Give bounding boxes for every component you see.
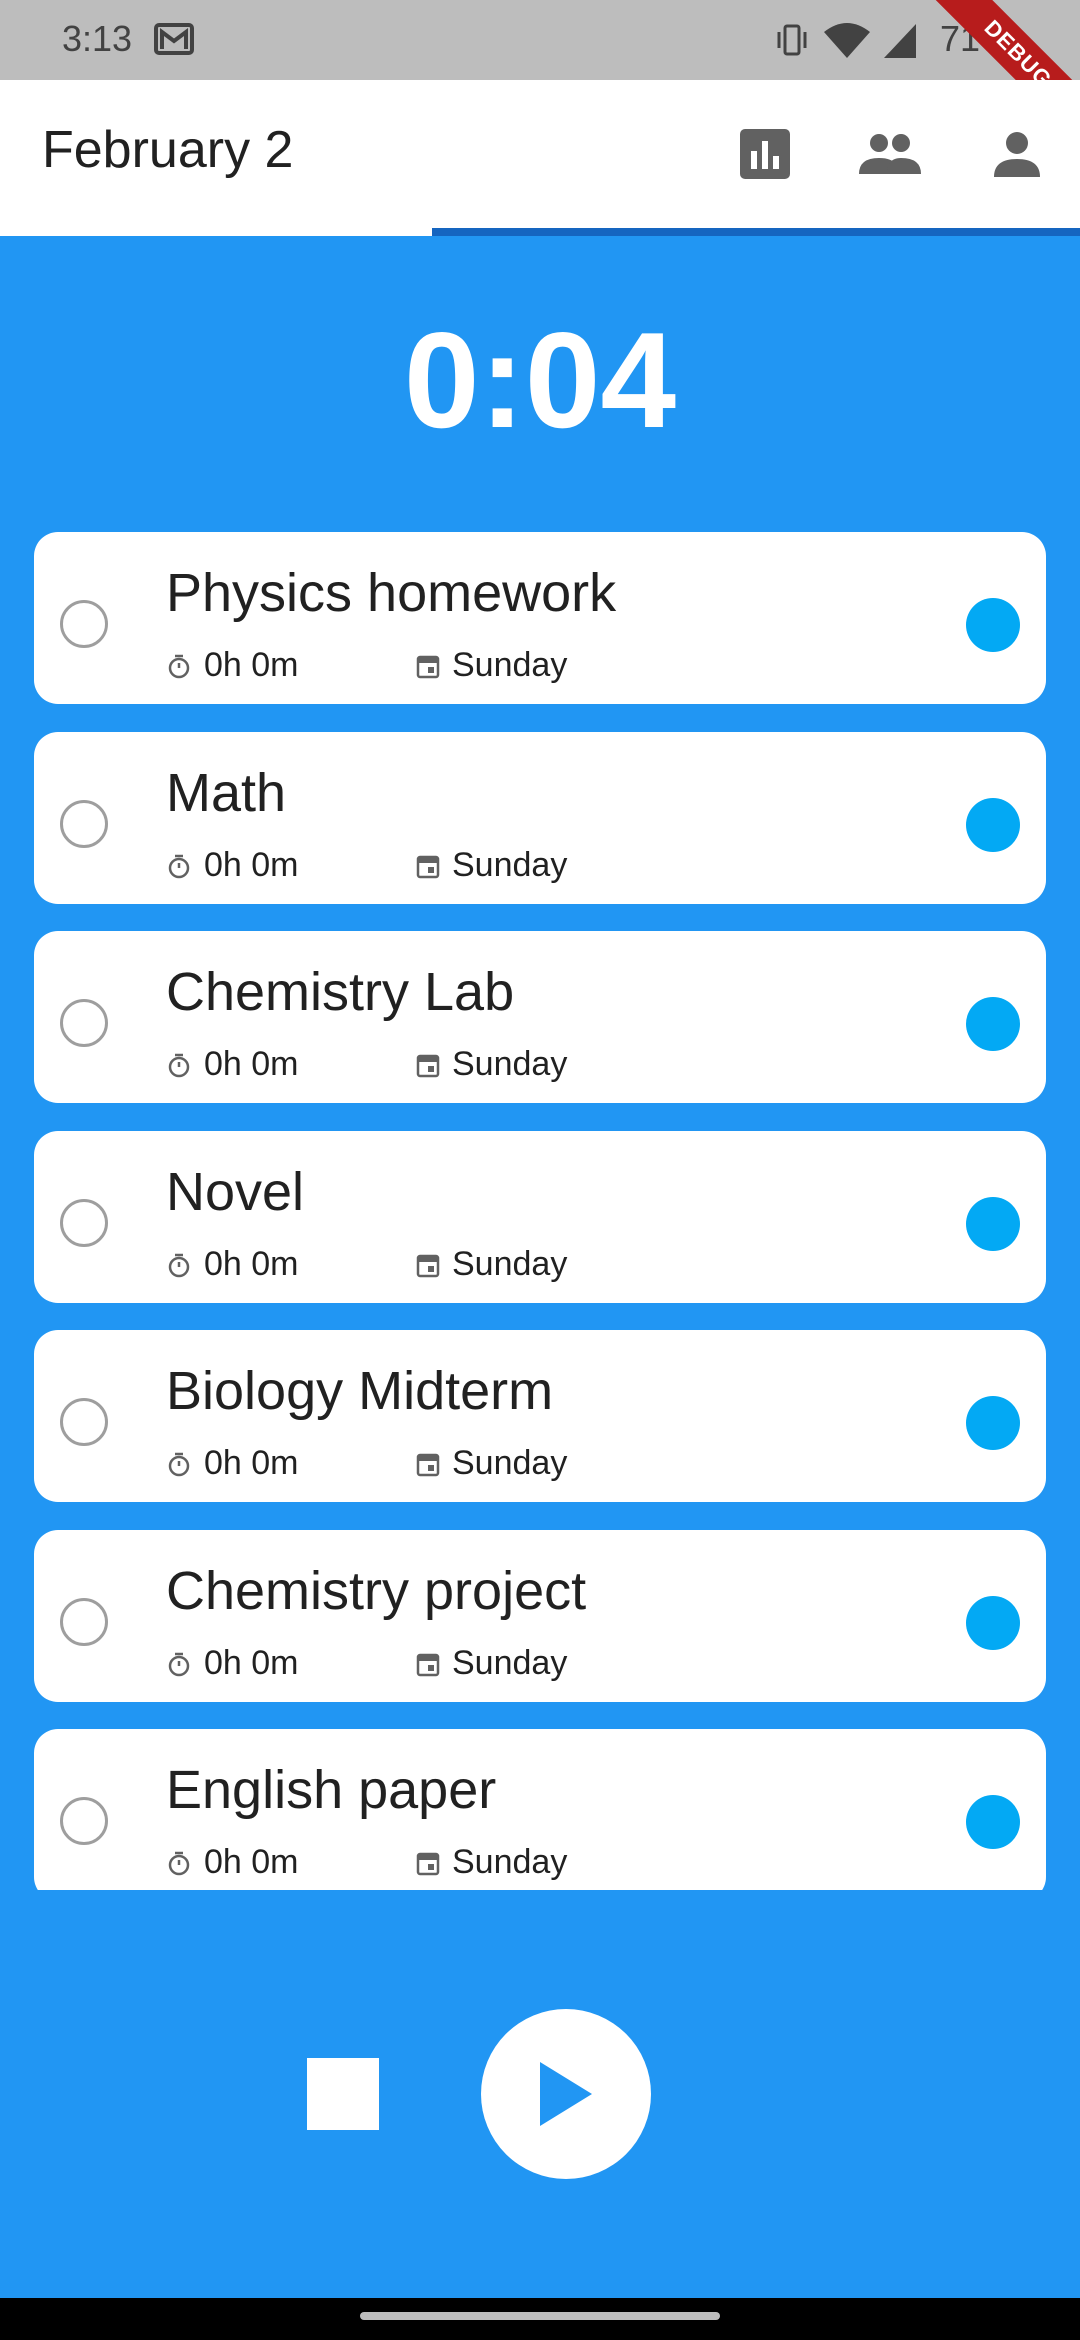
timer-display: 0:04 bbox=[403, 304, 677, 456]
task-card[interactable]: Math 0h 0m Sunday bbox=[34, 732, 1046, 904]
calendar-icon bbox=[416, 655, 440, 678]
calendar-icon bbox=[416, 1852, 440, 1875]
calendar-icon bbox=[416, 1054, 440, 1077]
calendar-icon bbox=[416, 1653, 440, 1676]
task-title: Math bbox=[166, 763, 287, 823]
task-title: Biology Midterm bbox=[166, 1361, 554, 1421]
task-checkbox[interactable] bbox=[60, 1598, 108, 1646]
task-checkbox[interactable] bbox=[60, 800, 108, 848]
task-title: Chemistry Lab bbox=[166, 962, 515, 1022]
timer-icon bbox=[168, 1652, 190, 1676]
task-day-value: Sunday bbox=[452, 646, 568, 684]
calendar-icon bbox=[416, 855, 440, 878]
timer-icon bbox=[168, 1452, 190, 1476]
task-color-dot bbox=[966, 1795, 1020, 1849]
task-color-dot bbox=[966, 598, 1020, 652]
task-checkbox[interactable] bbox=[60, 600, 108, 648]
task-duration: 0h 0m bbox=[166, 1644, 299, 1683]
task-day: Sunday bbox=[416, 1843, 567, 1882]
task-card[interactable]: Novel 0h 0m Sunday bbox=[34, 1131, 1046, 1303]
calendar-icon bbox=[416, 1254, 440, 1277]
gmail-icon bbox=[154, 23, 194, 55]
task-day-value: Sunday bbox=[452, 1245, 568, 1283]
task-checkbox[interactable] bbox=[60, 999, 108, 1047]
task-day-value: Sunday bbox=[452, 1045, 568, 1083]
timer-icon bbox=[168, 1053, 190, 1077]
task-color-dot bbox=[966, 997, 1020, 1051]
person-icon[interactable] bbox=[985, 122, 1049, 186]
wifi-icon bbox=[824, 23, 870, 58]
play-button[interactable] bbox=[481, 2009, 651, 2179]
task-duration-value: 0h 0m bbox=[204, 646, 299, 684]
task-checkbox[interactable] bbox=[60, 1797, 108, 1845]
task-card[interactable]: Chemistry Lab 0h 0m Sunday bbox=[34, 931, 1046, 1103]
task-color-dot bbox=[966, 1396, 1020, 1450]
task-day-value: Sunday bbox=[452, 1843, 568, 1881]
play-icon bbox=[540, 2062, 592, 2126]
task-card[interactable]: Biology Midterm 0h 0m Sunday bbox=[34, 1330, 1046, 1502]
signal-icon bbox=[884, 24, 916, 58]
timer-icon bbox=[168, 854, 190, 878]
task-checkbox[interactable] bbox=[60, 1398, 108, 1446]
timer-icon bbox=[168, 1851, 190, 1875]
task-duration: 0h 0m bbox=[166, 846, 299, 885]
tab-indicator bbox=[432, 228, 1080, 236]
task-day: Sunday bbox=[416, 846, 567, 885]
page-title: February 2 bbox=[42, 121, 294, 179]
task-day-value: Sunday bbox=[452, 1644, 568, 1682]
task-day-value: Sunday bbox=[452, 1444, 568, 1482]
stats-icon[interactable] bbox=[733, 122, 797, 186]
task-day: Sunday bbox=[416, 1245, 567, 1284]
people-icon[interactable] bbox=[858, 122, 922, 186]
task-title: English paper bbox=[166, 1760, 497, 1820]
task-color-dot bbox=[966, 1197, 1020, 1251]
stop-button[interactable] bbox=[307, 2058, 379, 2130]
task-day-value: Sunday bbox=[452, 846, 568, 884]
task-day: Sunday bbox=[416, 1644, 567, 1683]
task-color-dot bbox=[966, 1596, 1020, 1650]
task-duration: 0h 0m bbox=[166, 1045, 299, 1084]
task-duration-value: 0h 0m bbox=[204, 1843, 299, 1881]
task-day: Sunday bbox=[416, 1045, 567, 1084]
navigation-bar bbox=[0, 2298, 1080, 2340]
timer-icon bbox=[168, 1253, 190, 1277]
task-title: Novel bbox=[166, 1162, 305, 1222]
task-duration-value: 0h 0m bbox=[204, 1444, 299, 1482]
task-duration-value: 0h 0m bbox=[204, 1045, 299, 1083]
task-list[interactable]: Physics homework 0h 0m Sunday Math 0h 0m… bbox=[34, 532, 1046, 1890]
task-day: Sunday bbox=[416, 1444, 567, 1483]
task-duration-value: 0h 0m bbox=[204, 846, 299, 884]
home-indicator[interactable] bbox=[360, 2312, 720, 2320]
task-card[interactable]: Physics homework 0h 0m Sunday bbox=[34, 532, 1046, 704]
task-duration: 0h 0m bbox=[166, 646, 299, 685]
task-card[interactable]: Chemistry project 0h 0m Sunday bbox=[34, 1530, 1046, 1702]
task-duration: 0h 0m bbox=[166, 1843, 299, 1882]
task-title: Chemistry project bbox=[166, 1561, 587, 1621]
task-duration-value: 0h 0m bbox=[204, 1245, 299, 1283]
timer-icon bbox=[168, 654, 190, 678]
task-card[interactable]: English paper 0h 0m Sunday bbox=[34, 1729, 1046, 1890]
task-duration: 0h 0m bbox=[166, 1245, 299, 1284]
status-time: 3:13 bbox=[62, 18, 133, 59]
status-bar: 3:13 71% DEBUG bbox=[0, 0, 1080, 153]
task-duration: 0h 0m bbox=[166, 1444, 299, 1483]
vibrate-icon bbox=[777, 24, 807, 56]
calendar-icon bbox=[416, 1453, 440, 1476]
task-title: Physics homework bbox=[166, 563, 617, 623]
task-duration-value: 0h 0m bbox=[204, 1644, 299, 1682]
task-color-dot bbox=[966, 798, 1020, 852]
task-day: Sunday bbox=[416, 646, 567, 685]
app-bar: February 2 bbox=[0, 80, 1080, 228]
task-checkbox[interactable] bbox=[60, 1199, 108, 1247]
